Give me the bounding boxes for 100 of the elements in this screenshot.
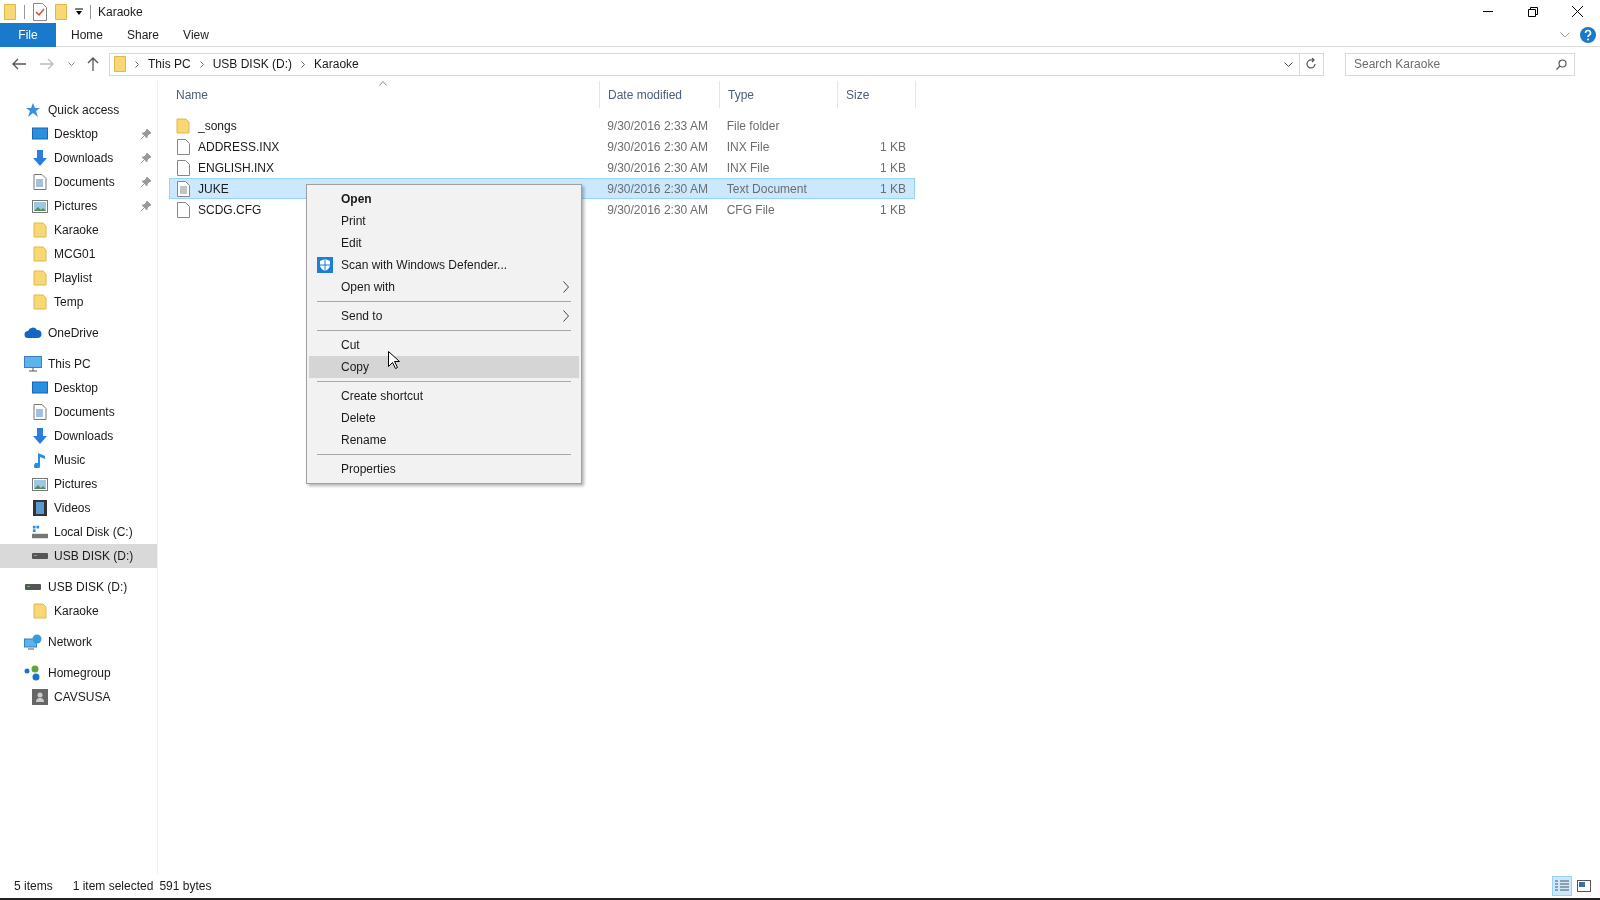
sort-up-icon[interactable] <box>379 81 387 86</box>
sidebar-item[interactable]: MCG01 <box>0 242 157 266</box>
ribbon-tab[interactable]: View <box>168 22 224 47</box>
chevron-down-icon[interactable] <box>1284 61 1293 67</box>
sidebar-item[interactable]: USB DISK (D:) <box>0 575 157 599</box>
pin-icon[interactable] <box>141 153 151 163</box>
star-icon <box>25 102 41 118</box>
search-field[interactable]: Search Karaoke <box>1345 52 1575 76</box>
sidebar-item[interactable]: Desktop <box>0 376 157 400</box>
dropdown-icon[interactable] <box>75 7 83 16</box>
column-header[interactable]: Size <box>846 85 870 104</box>
file-name[interactable]: ADDRESS.INX <box>198 137 280 156</box>
sidebar-item[interactable]: Documents <box>0 400 157 424</box>
menu-item[interactable]: Edit <box>309 232 579 254</box>
file-name[interactable]: _songs <box>198 116 237 135</box>
back-arrow-icon[interactable] <box>12 58 26 70</box>
sidebar-item[interactable]: Karaoke <box>0 599 157 623</box>
sidebar-item[interactable]: Videos <box>0 496 157 520</box>
column-header[interactable]: Type <box>728 85 754 104</box>
date-cell: 9/30/2016 2:30 AM <box>607 139 708 154</box>
status-text: 591 bytes <box>159 878 212 895</box>
drive-icon <box>32 553 48 559</box>
pin-icon[interactable] <box>141 177 151 187</box>
file-icon <box>176 201 190 218</box>
date-cell: 9/30/2016 2:30 AM <box>607 181 708 196</box>
ribbon-tab[interactable]: File <box>0 22 56 47</box>
sidebar-item[interactable]: Homegroup <box>0 661 157 685</box>
up-arrow-icon[interactable] <box>87 57 99 71</box>
pin-icon[interactable] <box>141 129 151 139</box>
sidebar-item[interactable]: Karaoke <box>0 218 157 242</box>
sidebar-item[interactable]: Downloads <box>0 424 157 448</box>
sidebar-item[interactable]: Desktop <box>0 122 157 146</box>
column-header[interactable]: Name <box>176 85 208 104</box>
breadcrumb[interactable]: This PC <box>148 55 191 73</box>
pin-icon[interactable] <box>141 201 151 211</box>
type-cell: File folder <box>726 118 780 133</box>
file-name[interactable]: JUKE <box>198 179 229 198</box>
type-cell: CFG File <box>726 202 775 217</box>
user-icon <box>32 689 48 705</box>
sidebar-item[interactable]: Music <box>0 448 157 472</box>
menu-item[interactable]: Send to <box>309 305 579 327</box>
chevron-right-icon[interactable] <box>135 60 139 68</box>
sidebar-item[interactable]: Network <box>0 630 157 654</box>
ribbon-tab[interactable]: Home <box>56 22 112 47</box>
menu-item[interactable]: Rename <box>309 429 579 451</box>
sidebar-item[interactable]: Pictures <box>0 194 157 218</box>
menu-item[interactable]: Create shortcut <box>309 385 579 407</box>
column-header[interactable]: Date modified <box>608 85 683 104</box>
help-icon[interactable] <box>1580 26 1596 43</box>
type-cell: INX File <box>726 139 770 154</box>
ribbon-tab[interactable]: Share <box>112 22 168 47</box>
date-cell: 9/30/2016 2:30 AM <box>607 202 708 217</box>
date-cell: 9/30/2016 2:30 AM <box>607 160 708 175</box>
folder-icon <box>114 56 126 72</box>
sidebar-item[interactable]: USB DISK (D:) <box>0 544 157 568</box>
sidebar-item[interactable]: Downloads <box>0 146 157 170</box>
menu-item[interactable]: Open <box>309 188 579 210</box>
sidebar-item[interactable]: Quick access <box>0 98 157 122</box>
sidebar-item[interactable]: This PC <box>0 352 157 376</box>
window-title: Karaoke <box>98 3 143 21</box>
sidebar-item[interactable]: CAVSUSA <box>0 685 157 709</box>
address-bar[interactable]: This PC USB DISK (D:) Karaoke <box>109 52 1324 76</box>
sidebar-item[interactable]: Local Disk (C:) <box>0 520 157 544</box>
down-arrow-icon <box>32 428 48 444</box>
folder-icon <box>33 603 47 619</box>
details-view-icon <box>1555 880 1569 892</box>
text-file-icon <box>176 180 190 197</box>
status-text: 5 items <box>14 878 53 895</box>
folder-icon <box>33 246 47 262</box>
forward-arrow-icon[interactable] <box>40 58 54 70</box>
menu-item[interactable]: Copy <box>309 356 579 378</box>
sidebar-item[interactable]: Pictures <box>0 472 157 496</box>
menu-item[interactable]: Open with <box>309 276 579 298</box>
folder-icon <box>33 294 47 310</box>
document-icon <box>33 404 47 420</box>
breadcrumb[interactable]: Karaoke <box>314 55 359 73</box>
file-name[interactable]: ENGLISH.INX <box>198 158 275 177</box>
properties-icon[interactable] <box>33 2 47 21</box>
folder-icon <box>33 270 47 286</box>
folder-icon[interactable] <box>4 3 16 20</box>
people-icon <box>24 665 42 681</box>
refresh-icon[interactable] <box>1306 58 1317 70</box>
menu-item[interactable]: Delete <box>309 407 579 429</box>
status-text: 1 item selected <box>72 878 154 895</box>
folder-icon[interactable] <box>55 3 67 20</box>
menu-item[interactable]: Scan with Windows Defender... <box>309 254 579 276</box>
file-name[interactable]: SCDG.CFG <box>198 200 262 219</box>
sidebar-item[interactable]: Temp <box>0 290 157 314</box>
breadcrumb[interactable]: USB DISK (D:) <box>212 55 293 73</box>
sidebar-item[interactable]: Documents <box>0 170 157 194</box>
sidebar-item[interactable]: OneDrive <box>0 321 157 345</box>
menu-item[interactable]: Properties <box>309 458 579 480</box>
menu-item[interactable]: Print <box>309 210 579 232</box>
file-icon <box>176 138 190 155</box>
menu-item[interactable]: Cut <box>309 334 579 356</box>
date-cell: 9/30/2016 2:33 AM <box>607 118 708 133</box>
chevron-right-icon[interactable] <box>301 60 306 68</box>
chevron-right-icon[interactable] <box>199 60 204 68</box>
sidebar-item[interactable]: Playlist <box>0 266 157 290</box>
size-cell: 1 KB <box>880 160 906 175</box>
